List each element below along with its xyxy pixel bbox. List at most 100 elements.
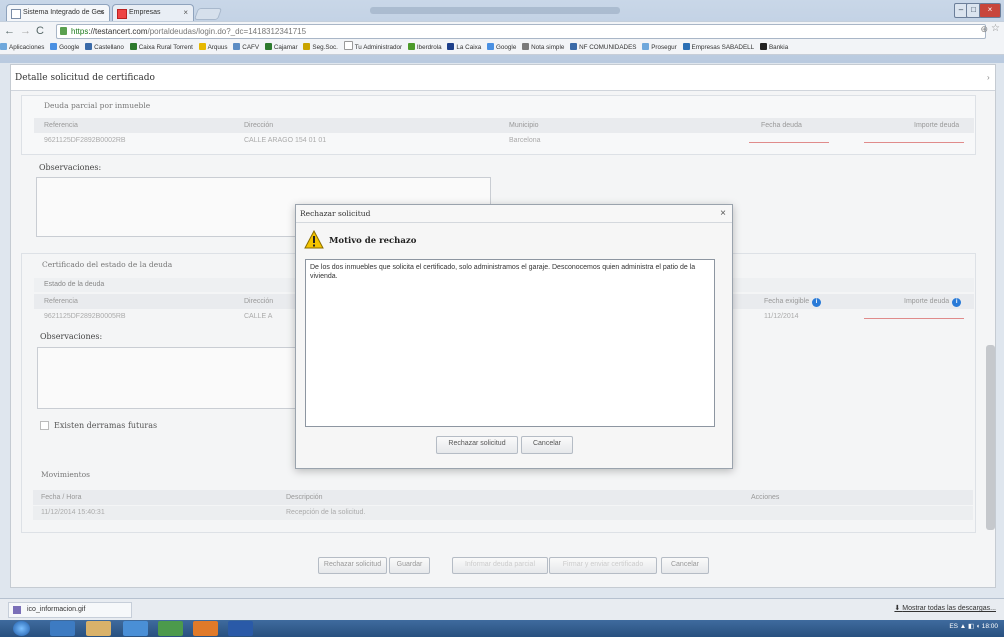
cell-reference: 9621125DF2892B0002RB [44,137,126,144]
info-icon[interactable]: i [812,298,822,307]
page-title: Detalle solicitud de certificado [11,65,995,91]
tab-empresas[interactable]: Empresas × [112,4,194,21]
bookmark-caixa-rural[interactable]: Caixa Rural Torrent [129,41,193,54]
google-icon [487,43,495,50]
table-row[interactable]: 11/12/2014 15:40:31 Recepción de la soli… [33,506,973,520]
bookmark-arquus[interactable]: Arquus [198,41,228,54]
bookmark-star-icon[interactable]: ☆ [991,23,1000,34]
tab-label: Empresas [129,9,161,16]
tab-close-icon[interactable]: × [99,5,104,21]
bookmark-icon [233,43,241,50]
excel-icon[interactable] [158,621,183,636]
window-controls: – □ × [954,3,1001,18]
language-indicator[interactable]: ES [949,623,958,630]
window-title-blurred [370,7,620,14]
page-icon [343,41,353,50]
col-address: Dirección [244,122,274,129]
info-icon[interactable]: i [952,298,962,307]
col-date-time: Fecha / Hora [41,494,82,501]
bookmark-icon [303,43,311,50]
bookmark-sabadell[interactable]: Empresas SABADELL [682,41,754,54]
bookmark-label: CAFV [242,44,260,51]
bookmark-label: NF COMUNIDADES [579,44,637,51]
bookmark-google[interactable]: Google [50,41,79,54]
movements-header: Fecha / Hora Descripción Acciones [33,490,973,505]
bookmark-label: Nota simple [531,44,565,51]
bookmark-cafv[interactable]: CAFV [233,41,259,54]
zoom-icon[interactable]: ⊕ [980,24,988,35]
table-row[interactable]: 9621125DF2892B0002RB CALLE ARAGO 154 01 … [34,134,974,148]
bookmark-segsoc[interactable]: Seg.Soc. [303,41,338,54]
bookmark-cajamar[interactable]: Cajamar [264,41,298,54]
bookmark-castellano[interactable]: Castellano [85,41,124,54]
sabadell-icon [117,9,127,19]
bookmark-iberdrola[interactable]: Iberdrola [407,41,442,54]
show-all-label: Mostrar todas las descargas... [902,605,996,612]
bookmark-la-caixa[interactable]: La Caixa [447,41,481,54]
collapse-icon[interactable]: › [987,73,990,82]
tab-sistema-integrado[interactable]: Sistema Integrado de Ges × [6,4,110,21]
bookmark-bankia[interactable]: Bankia [759,41,788,54]
bookmark-icon [570,43,578,50]
bookmark-label: La Caixa [456,44,482,51]
bookmark-nf-comunidades[interactable]: NF COMUNIDADES [570,41,636,54]
bookmark-prosegur[interactable]: Prosegur [642,41,677,54]
reload-icon[interactable]: C [36,24,44,38]
certificate-title: Certificado del estado de la deuda [42,260,173,269]
cell-due-date: 11/12/2014 [764,313,799,320]
debt-amount-field[interactable] [864,142,964,143]
bookmark-aplicaciones[interactable]: Aplicaciones [0,41,44,54]
future-spills-checkbox[interactable] [40,421,49,430]
partial-debt-header: Referencia Dirección Municipio Fecha deu… [34,118,974,133]
report-partial-debt-button[interactable]: Informar deuda parcial [452,557,548,574]
clock[interactable]: 18:00 [982,623,998,630]
bookmark-icon [198,43,206,50]
bookmark-nota-simple[interactable]: Nota simple [522,41,564,54]
lock-icon [60,27,67,35]
forward-arrow-icon[interactable]: → [20,24,31,38]
rejection-reason-textarea[interactable]: De los dos inmuebles que solicita el cer… [305,259,715,427]
bookmark-tu-administrador[interactable]: Tu Administrador [343,41,402,54]
observations-textarea[interactable] [37,347,302,409]
close-icon[interactable]: × [720,208,726,220]
taskbar: ES ▲ ◧ ◖ 18:00 [0,620,1004,637]
sign-send-certificate-button[interactable]: Firmar y enviar certificado [549,557,657,574]
movements-panel: Movimientos Fecha / Hora Descripción Acc… [21,465,976,530]
bookmark-label: Arquus [207,44,228,51]
new-tab-button[interactable] [193,8,223,20]
partial-debt-title: Deuda parcial por inmueble [44,101,151,110]
debt-amount-field[interactable] [864,318,964,319]
scrollbar-thumb[interactable] [986,345,995,530]
url-host: ://testancert.com [88,27,148,36]
start-button[interactable] [13,621,30,636]
cell-reference: 9621125DF2892B0005RB [44,313,126,320]
reject-request-button[interactable]: Rechazar solicitud [318,557,387,574]
debt-date-field[interactable] [749,142,829,143]
url-path: /portaldeudas/login.do?_dc=1418312341715 [147,27,307,36]
cancel-button[interactable]: Cancelar [661,557,709,574]
bookmark-label: Google [59,44,80,51]
folder-icon[interactable] [86,621,111,636]
rejection-reason-heading: Motivo de rechazo [329,236,417,246]
save-button[interactable]: Guardar [389,557,430,574]
download-item[interactable]: ico_informacion.gif [8,602,132,618]
back-arrow-icon[interactable]: ← [4,24,15,38]
dialog-title: Rechazar solicitud [296,205,732,223]
outlook-icon[interactable] [193,621,218,636]
bookmark-icon [522,43,530,50]
confirm-reject-button[interactable]: Rechazar solicitud [436,436,518,454]
tab-close-icon[interactable]: × [183,5,188,21]
ie-icon[interactable] [50,621,75,636]
bookmark-icon [642,43,650,50]
close-window-icon[interactable]: × [979,3,1001,18]
bookmark-google-2[interactable]: Google [487,41,516,54]
chrome-icon[interactable] [123,621,148,636]
bookmark-icon [129,43,137,50]
col-debt-amount: Importe deuda i [904,294,962,309]
word-icon[interactable] [228,621,253,636]
show-all-downloads-link[interactable]: ⬇ Mostrar todas las descargas... [894,604,996,612]
dialog-cancel-button[interactable]: Cancelar [521,436,573,454]
bookmark-label: Aplicaciones [9,44,45,51]
network-icon[interactable]: ▲ ◧ ◖ [960,623,982,630]
address-bar[interactable]: https://testancert.com/portaldeudas/logi… [56,24,986,39]
